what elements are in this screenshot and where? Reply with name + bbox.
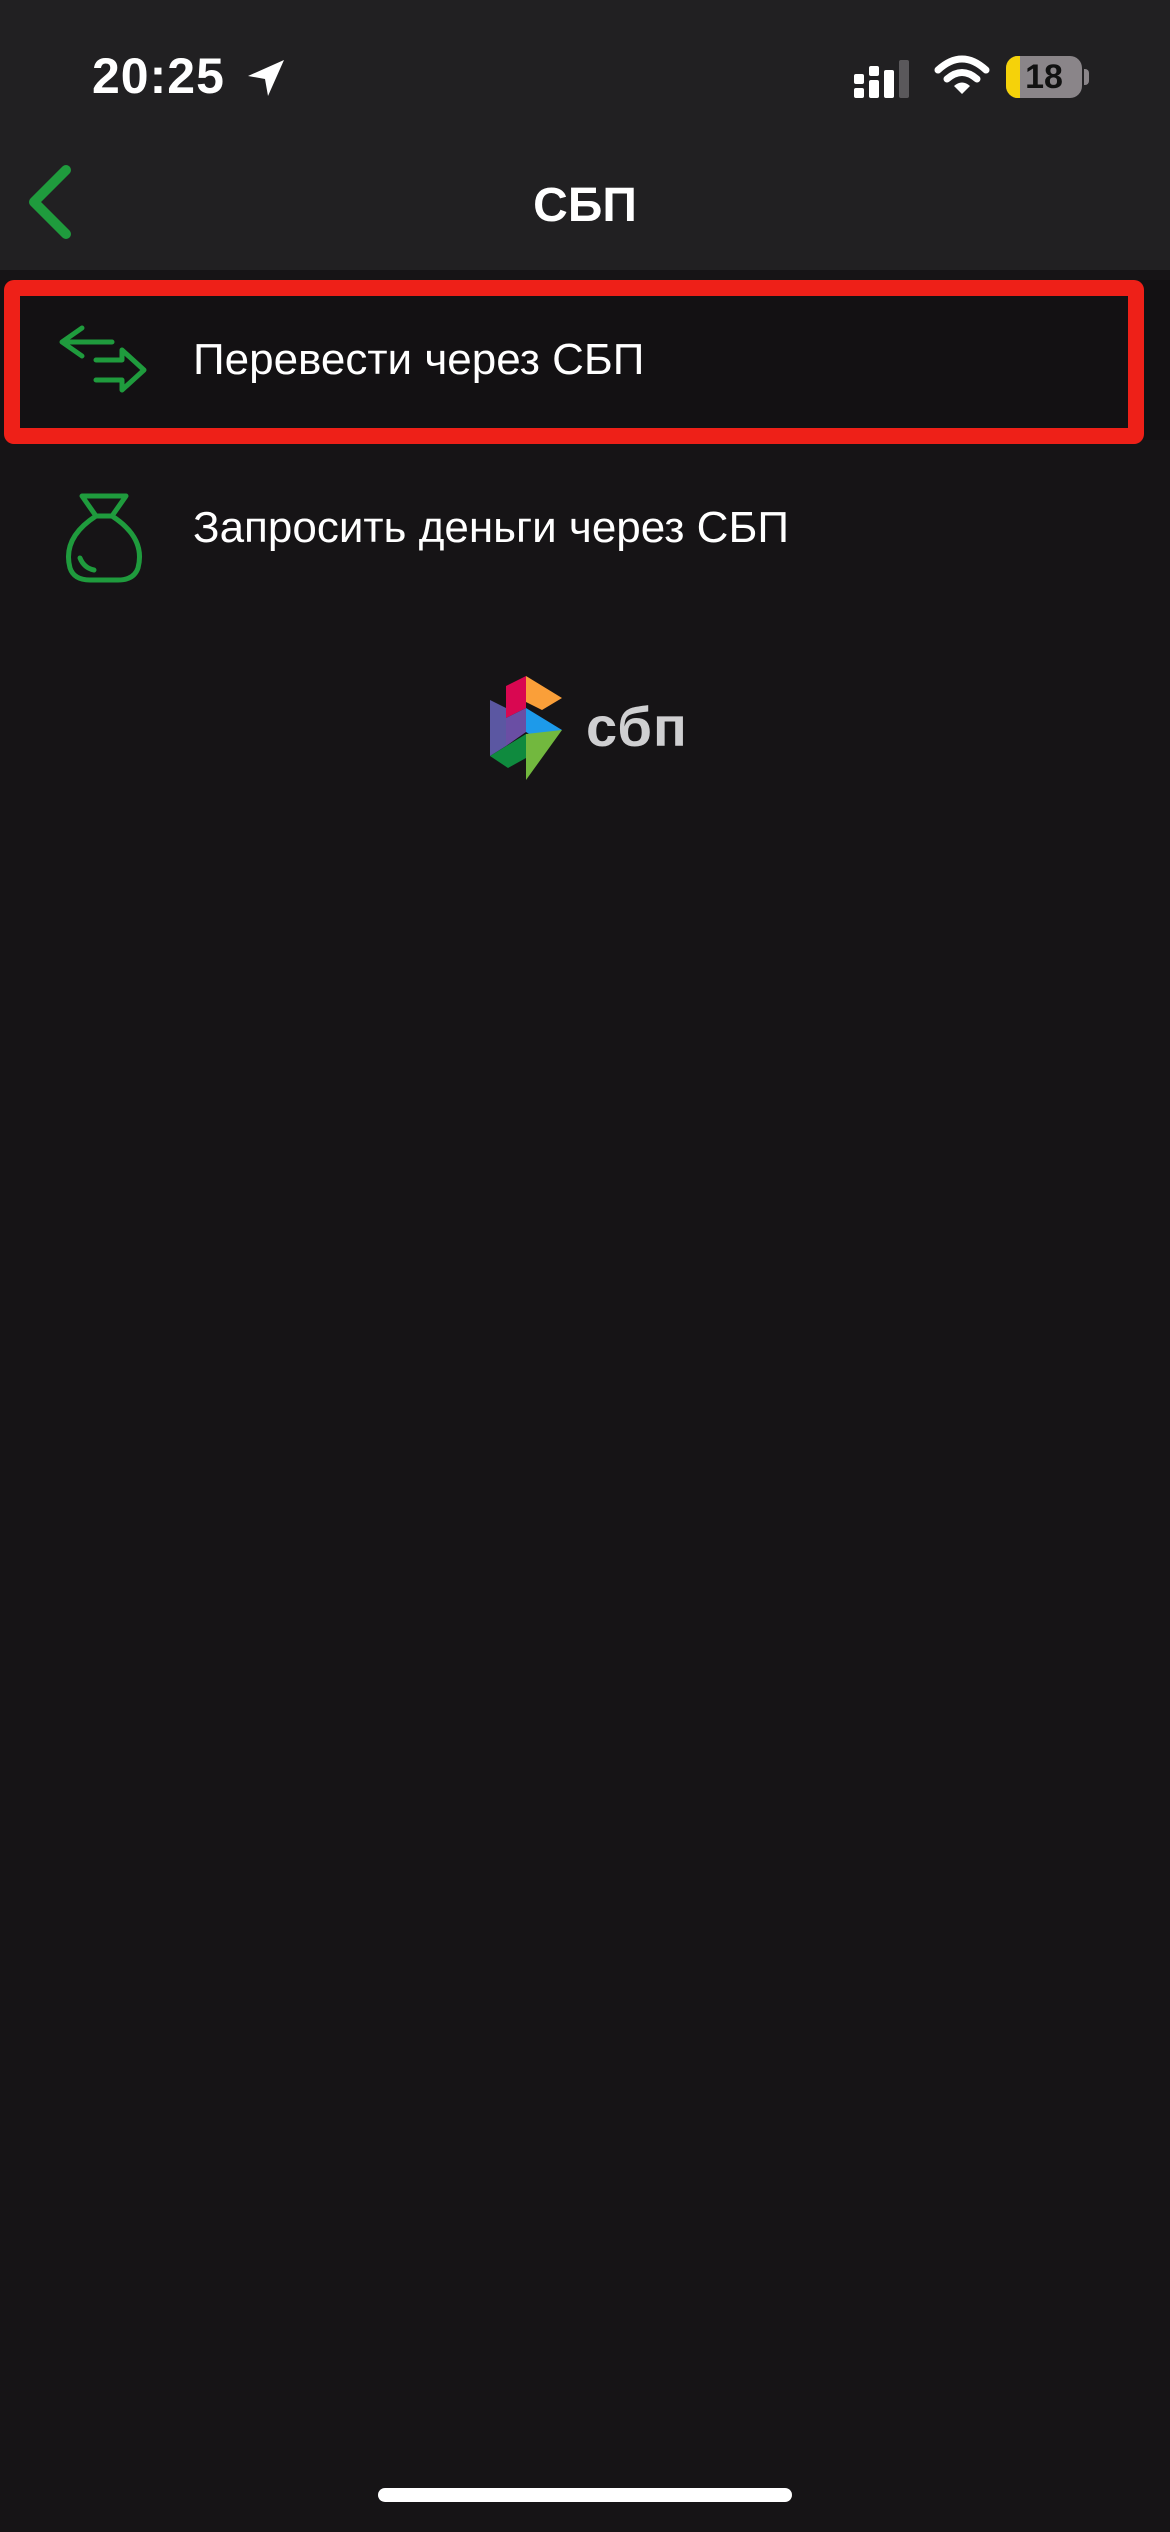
cellular-signal-icon [854, 60, 909, 98]
arrow-transfer-icon [59, 325, 147, 393]
sbp-logo: сбп [486, 672, 688, 784]
menu-item-transfer-sbp[interactable]: Перевести через СБП [0, 280, 1170, 440]
wifi-icon [934, 55, 990, 94]
sbp-logo-mark-icon [490, 676, 562, 780]
sbp-logo-text: сбп [586, 695, 688, 758]
status-time: 20:25 [92, 48, 225, 104]
home-indicator[interactable] [378, 2488, 792, 2502]
menu-item-label: Запросить деньги через СБП [193, 503, 789, 552]
battery-indicator: 18 [1006, 56, 1089, 98]
battery-cap [1084, 69, 1089, 85]
menu-item-request-money-sbp[interactable]: Запросить деньги через СБП [0, 448, 1170, 608]
app-header: 20:25 18 СБП [0, 0, 1170, 270]
battery-body: 18 [1006, 56, 1082, 98]
menu-item-label: Перевести через СБП [193, 335, 645, 384]
battery-level: 18 [1025, 58, 1063, 96]
location-arrow-icon [248, 60, 284, 96]
money-bag-icon [66, 493, 142, 583]
page-title: СБП [533, 179, 637, 232]
